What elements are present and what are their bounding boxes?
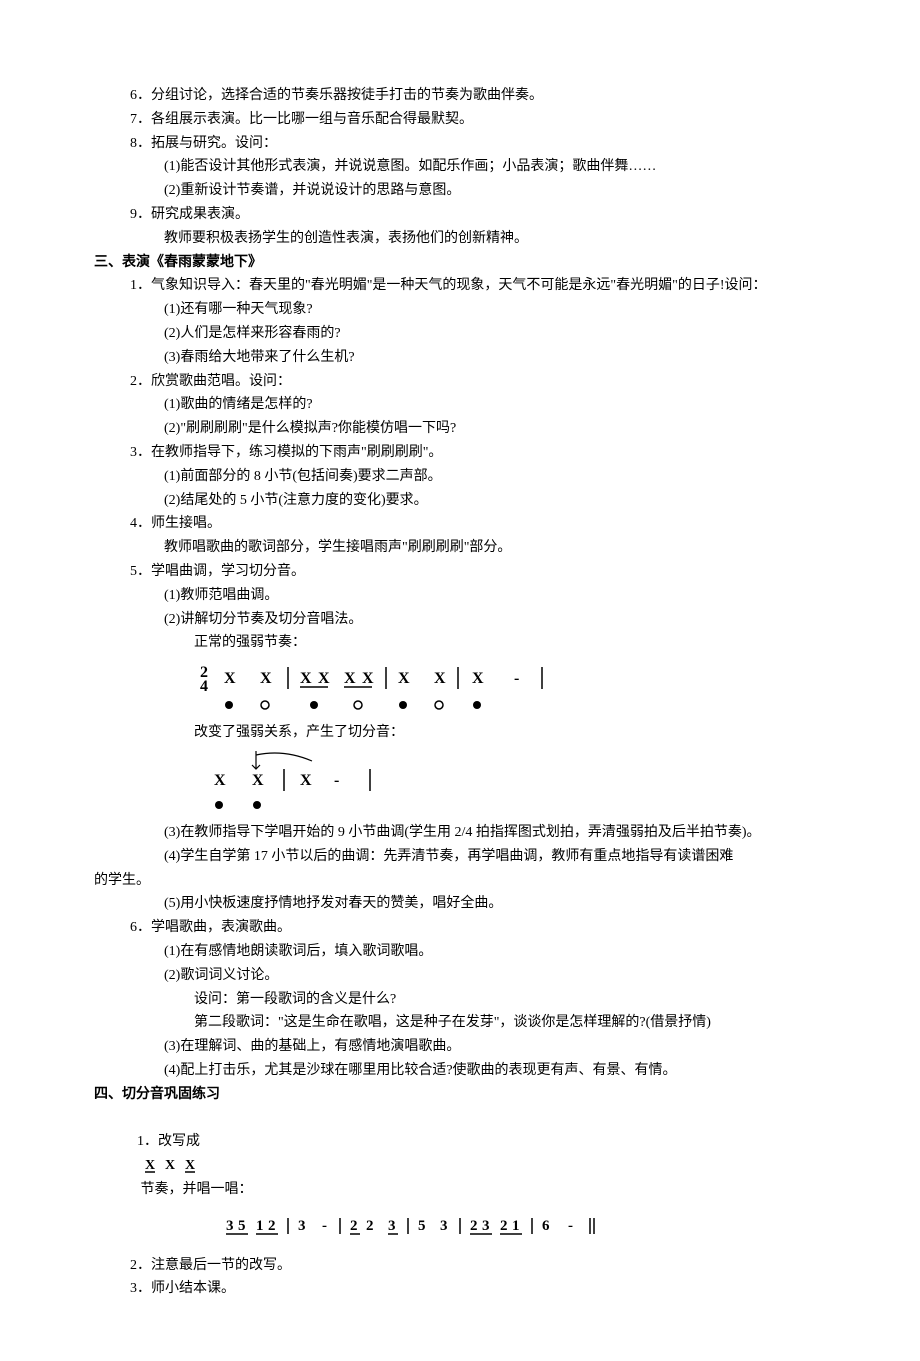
- melody-notation: 35 12 3- 2 2 3 53 23 21 6-: [224, 1214, 644, 1242]
- svg-text:X: X: [472, 670, 484, 687]
- rhythm-notation-2: X X X -: [194, 749, 434, 817]
- item-8: 8．拓展与研究。设问：: [94, 132, 826, 156]
- note-label-1: 正常的强弱节奏：: [94, 631, 826, 655]
- svg-text:2: 2: [500, 1218, 508, 1234]
- s3-5d2: 的学生。: [94, 869, 826, 893]
- s4-1a-text: 1．改写成: [137, 1134, 204, 1149]
- svg-text:2: 2: [350, 1218, 358, 1234]
- s3-3a: (1)前面部分的 8 小节(包括间奏)要求二声部。: [94, 465, 826, 489]
- svg-text:3: 3: [482, 1218, 490, 1234]
- heading-3: 三、表演《春雨蒙蒙地下》: [94, 251, 826, 275]
- s3-6a: (1)在有感情地朗读歌词后，填入歌词歌唱。: [94, 940, 826, 964]
- s3-5: 5．学唱曲调，学习切分音。: [94, 560, 826, 584]
- svg-text:1: 1: [256, 1218, 264, 1234]
- s3-6d: (4)配上打击乐，尤其是沙球在哪里用比较合适?使歌曲的表现更有声、有景、有情。: [94, 1059, 826, 1083]
- s3-6b: (2)歌词词义讨论。: [94, 964, 826, 988]
- s3-1c: (3)春雨给大地带来了什么生机?: [94, 346, 826, 370]
- s3-1b: (2)人们是怎样来形容春雨的?: [94, 322, 826, 346]
- svg-text:X: X: [362, 670, 374, 687]
- s3-6: 6．学唱歌曲，表演歌曲。: [94, 916, 826, 940]
- svg-text:2: 2: [268, 1218, 276, 1234]
- svg-text:3: 3: [388, 1218, 396, 1234]
- svg-text:-: -: [568, 1218, 573, 1234]
- item-7: 7．各组展示表演。比一比哪一组与音乐配合得最默契。: [94, 108, 826, 132]
- svg-text:5: 5: [238, 1218, 246, 1234]
- heading-4: 四、切分音巩固练习: [94, 1083, 826, 1107]
- svg-text:X: X: [145, 1158, 155, 1173]
- s3-2a: (1)歌曲的情绪是怎样的?: [94, 393, 826, 417]
- s3-5d: (4)学生自学第 17 小节以后的曲调：先弄清节奏，再学唱曲调，教师有重点地指导…: [94, 845, 826, 869]
- svg-text:-: -: [322, 1218, 327, 1234]
- item-8-1: (1)能否设计其他形式表演，并说说意图。如配乐作画；小品表演；歌曲伴舞……: [94, 155, 826, 179]
- s3-4a: 教师唱歌曲的歌词部分，学生接唱雨声"刷刷刷刷"部分。: [94, 536, 826, 560]
- s4-1: 1．改写成 X X X 节奏，并唱一唱：: [94, 1106, 826, 1201]
- svg-text:X: X: [185, 1158, 195, 1173]
- svg-text:2: 2: [366, 1218, 374, 1234]
- svg-text:X: X: [344, 670, 356, 687]
- item-8-2: (2)重新设计节奏谱，并说说设计的思路与意图。: [94, 179, 826, 203]
- svg-text:4: 4: [200, 678, 208, 695]
- svg-text:3: 3: [440, 1218, 448, 1234]
- s3-6b1: 设问：第一段歌词的含义是什么?: [94, 988, 826, 1012]
- s3-5a: (1)教师范唱曲调。: [94, 584, 826, 608]
- s3-6b2: 第二段歌词："这是生命在歌唱，这是种子在发芽"，谈谈你是怎样理解的?(借景抒情): [94, 1011, 826, 1035]
- svg-text:X: X: [434, 670, 446, 687]
- item-9-note: 教师要积极表扬学生的创造性表演，表扬他们的创新精神。: [94, 227, 826, 251]
- svg-text:X: X: [165, 1158, 175, 1173]
- rhythm-notation-1: 2 4 X X X X X X X X X -: [194, 659, 554, 717]
- svg-text:6: 6: [542, 1218, 550, 1234]
- svg-text:5: 5: [418, 1218, 426, 1234]
- svg-text:1: 1: [512, 1218, 520, 1234]
- svg-text:X: X: [260, 670, 272, 687]
- s3-3b: (2)结尾处的 5 小节(注意力度的变化)要求。: [94, 489, 826, 513]
- svg-text:-: -: [334, 772, 339, 789]
- s3-2: 2．欣赏歌曲范唱。设问：: [94, 370, 826, 394]
- note-label-2: 改变了强弱关系，产生了切分音：: [94, 721, 826, 745]
- s3-1: 1．气象知识导入：春天里的"春光明媚"是一种天气的现象，天气不可能是永远"春光明…: [94, 274, 826, 298]
- svg-text:X: X: [252, 772, 264, 789]
- s4-3: 3．师小结本课。: [94, 1277, 826, 1301]
- s3-4: 4．师生接唱。: [94, 512, 826, 536]
- svg-text:X: X: [214, 772, 226, 789]
- svg-text:X: X: [224, 670, 236, 687]
- svg-text:2: 2: [470, 1218, 478, 1234]
- s4-2: 2．注意最后一节的改写。: [94, 1254, 826, 1278]
- s3-6c: (3)在理解词、曲的基础上，有感情地演唱歌曲。: [94, 1035, 826, 1059]
- svg-text:X: X: [300, 772, 312, 789]
- svg-text:X: X: [300, 670, 312, 687]
- svg-text:-: -: [514, 670, 519, 687]
- s3-5b: (2)讲解切分节奏及切分音唱法。: [94, 608, 826, 632]
- svg-text:3: 3: [298, 1218, 306, 1234]
- inline-rhythm-icon: X X X: [143, 1157, 199, 1175]
- s3-3: 3．在教师指导下，练习模拟的下雨声"刷刷刷刷"。: [94, 441, 826, 465]
- item-9: 9．研究成果表演。: [94, 203, 826, 227]
- svg-text:X: X: [318, 670, 330, 687]
- svg-text:3: 3: [226, 1218, 234, 1234]
- s4-1b-text: 节奏，并唱一唱：: [137, 1182, 253, 1197]
- svg-text:X: X: [398, 670, 410, 687]
- s3-1a: (1)还有哪一种天气现象?: [94, 298, 826, 322]
- s3-5c: (3)在教师指导下学唱开始的 9 小节曲调(学生用 2/4 拍指挥图式划拍，弄清…: [94, 821, 826, 845]
- item-6: 6．分组讨论，选择合适的节奏乐器按徒手打击的节奏为歌曲伴奏。: [94, 84, 826, 108]
- s3-5e: (5)用小快板速度抒情地抒发对春天的赞美，唱好全曲。: [94, 892, 826, 916]
- s3-2b: (2)"刷刷刷刷"是什么模拟声?你能模仿唱一下吗?: [94, 417, 826, 441]
